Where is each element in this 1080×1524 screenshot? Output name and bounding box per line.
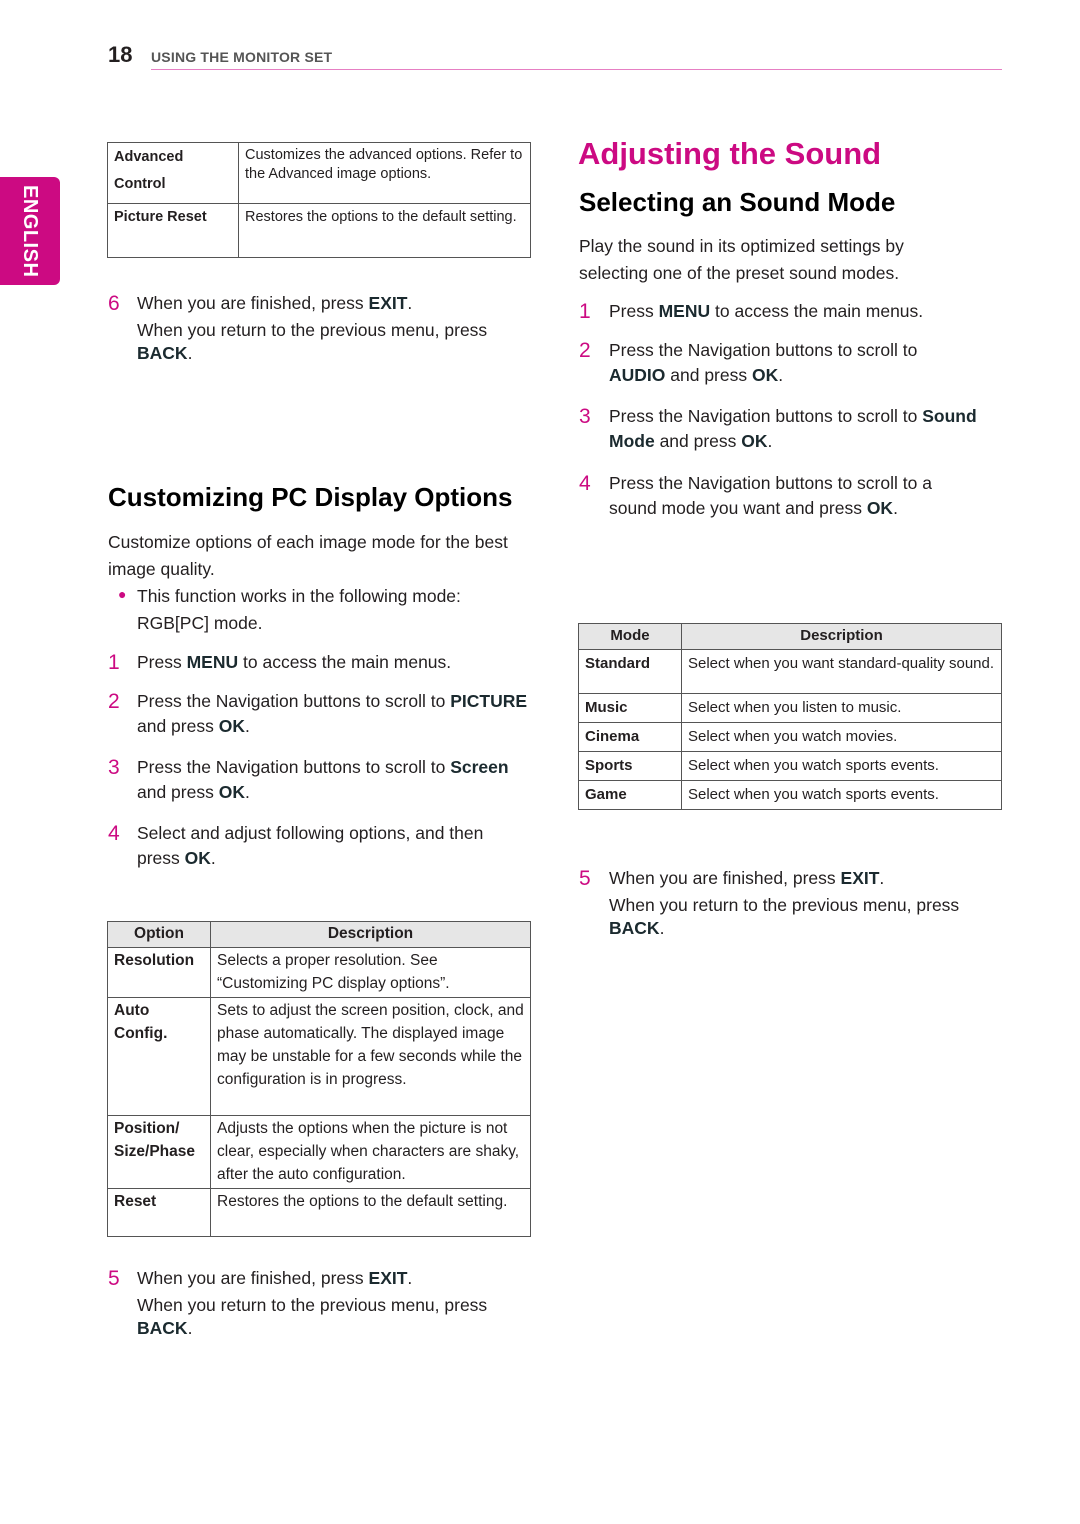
key-exit: EXIT <box>368 1268 408 1288</box>
sound-step-4: 4 Press the Navigation buttons to scroll… <box>579 472 932 518</box>
mode-key: Game <box>578 780 682 810</box>
table-row: Sports Select when you watch sports even… <box>578 751 1002 781</box>
mode-key: Music <box>578 693 682 723</box>
option-desc: Adjusts the options when the picture is … <box>210 1115 531 1189</box>
table-row: Resolution Selects a proper resolution. … <box>107 947 531 998</box>
step-number: 4 <box>579 472 591 495</box>
table-row: Cinema Select when you watch movies. <box>578 722 1002 752</box>
mode-key: Standard <box>578 649 682 694</box>
section-intro: Customize options of each image mode for… <box>108 532 508 579</box>
step-2: 2 Press the Navigation buttons to scroll… <box>108 690 528 736</box>
step-number: 5 <box>579 867 591 890</box>
step-number: 1 <box>579 300 591 323</box>
language-tab-label: ENGLISH <box>19 185 41 278</box>
language-tab: ENGLISH <box>0 177 60 285</box>
column-header-option: Option <box>107 921 211 948</box>
sound-step-2: 2 Press the Navigation buttons to scroll… <box>579 339 918 385</box>
table-row: Picture Reset Restores the options to th… <box>107 203 531 258</box>
mode-note: This function works in the following mod… <box>137 586 461 633</box>
mode-key: Cinema <box>578 722 682 752</box>
mode-desc: Select when you watch sports events. <box>681 780 1002 810</box>
chapter-title: Adjusting the Sound <box>578 136 882 171</box>
mode-desc: Select when you watch sports events. <box>681 751 1002 781</box>
key-back: BACK <box>137 343 188 363</box>
page-number: 18 <box>108 42 133 67</box>
key-back: BACK <box>137 1318 188 1338</box>
option-key: Resolution <box>107 947 211 998</box>
step-3: 3 Press the Navigation buttons to scroll… <box>108 756 509 802</box>
step-number: 1 <box>108 651 120 674</box>
step-1: 1 Press MENU to access the main menus. <box>108 651 452 674</box>
table-row: Auto Config. Sets to adjust the screen p… <box>107 997 531 1116</box>
sound-step-3: 3 Press the Navigation buttons to scroll… <box>579 405 977 451</box>
sound-step-5: 5 When you are finished, press EXIT. Whe… <box>579 866 1009 940</box>
step-number: 5 <box>108 1267 120 1290</box>
step-number: 2 <box>579 339 591 362</box>
table-row: Position/ Size/Phase Adjusts the options… <box>107 1115 531 1189</box>
bullet-dot-icon: ● <box>118 586 127 602</box>
table-cell-desc: Customizes the advanced options. Refer t… <box>238 142 531 204</box>
step-6: 6 When you are finished, press EXIT. Whe… <box>108 291 528 365</box>
table-header-row: Mode Description <box>578 623 1002 650</box>
step-note: When you return to the previous menu, pr… <box>137 320 488 363</box>
section-title-sound-mode: Selecting an Sound Mode <box>579 187 896 217</box>
key-exit: EXIT <box>840 868 880 888</box>
step-number: 3 <box>108 756 120 779</box>
option-desc: Restores the options to the default sett… <box>210 1188 531 1237</box>
key-back: BACK <box>609 918 660 938</box>
option-key: Reset <box>107 1188 211 1237</box>
mode-desc: Select when you listen to music. <box>681 693 1002 723</box>
step-note: When you return to the previous menu, pr… <box>137 1295 488 1338</box>
sound-mode-table: Mode Description Standard Select when yo… <box>578 623 1002 810</box>
step-number: 2 <box>108 690 120 713</box>
step-number: 4 <box>108 822 120 845</box>
table-row: Reset Restores the options to the defaul… <box>107 1188 531 1237</box>
mode-desc: Select when you want standard-quality so… <box>681 649 1002 694</box>
column-header-description: Description <box>681 623 1002 650</box>
table-row: Standard Select when you want standard-q… <box>578 649 1002 694</box>
sound-step-1: 1 Press MENU to access the main menus. <box>579 300 924 323</box>
table-row: Advanced Control Customizes the advanced… <box>107 142 531 204</box>
section-title-pc-display: Customizing PC Display Options <box>108 482 513 512</box>
key-exit: EXIT <box>368 293 408 313</box>
header-rule <box>151 69 1002 70</box>
option-key: Auto Config. <box>107 997 211 1116</box>
running-header: USING THE MONITOR SET <box>151 49 333 65</box>
column-header-description: Description <box>210 921 531 948</box>
step-note: When you return to the previous menu, pr… <box>609 895 960 938</box>
mode-desc: Select when you watch movies. <box>681 722 1002 752</box>
table-cell-key: Advanced Control <box>107 142 239 204</box>
mode-key: Sports <box>578 751 682 781</box>
table-row: Music Select when you listen to music. <box>578 693 1002 723</box>
table-cell-desc: Restores the options to the default sett… <box>238 203 531 258</box>
option-desc: Sets to adjust the screen position, cloc… <box>210 997 531 1116</box>
pc-options-table: Option Description Resolution Selects a … <box>107 921 531 1237</box>
step-4: 4 Select and adjust following options, a… <box>108 822 484 868</box>
picture-options-table: Advanced Control Customizes the advanced… <box>107 142 531 258</box>
option-desc: Selects a proper resolution. See “Custom… <box>210 947 531 998</box>
sound-intro: Play the sound in its optimized settings… <box>579 236 904 283</box>
step-number: 3 <box>579 405 591 428</box>
table-header-row: Option Description <box>107 921 531 948</box>
column-header-mode: Mode <box>578 623 682 650</box>
option-key: Position/ Size/Phase <box>107 1115 211 1189</box>
table-cell-key: Picture Reset <box>107 203 239 258</box>
table-row: Game Select when you watch sports events… <box>578 780 1002 810</box>
step-number: 6 <box>108 292 120 315</box>
step-5: 5 When you are finished, press EXIT. Whe… <box>108 1266 528 1340</box>
